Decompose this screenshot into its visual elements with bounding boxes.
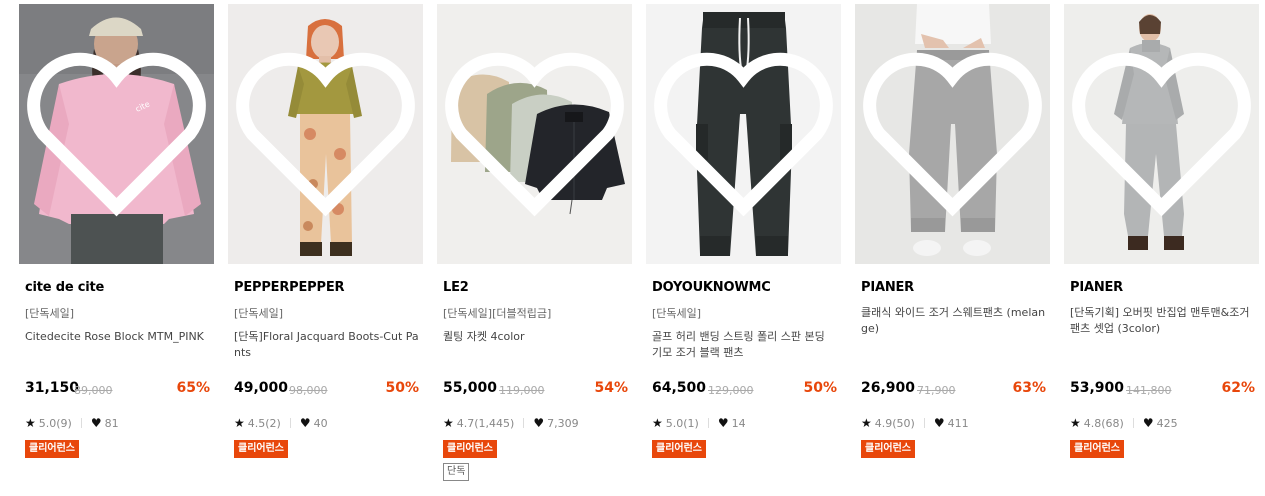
brand-name[interactable]: PIANER [1070,280,1123,295]
heart-filled-icon: ♥ [933,416,945,430]
product-name[interactable]: 퀼팅 자켓 4color [443,329,629,345]
original-price: 129,000 [708,384,754,397]
rating-value: 4.5(2) [247,416,281,430]
discount-rate: 62% [1221,380,1255,396]
heart-filled-icon: ♥ [90,416,102,430]
product-card[interactable]: cite cite de cite [단독세일] Citedecite Rose… [19,4,214,492]
like-count: 14 [731,416,746,430]
clearance-badge: 클리어런스 [443,440,497,458]
product-name[interactable]: [단독]Floral Jacquard Boots-Cut Pants [234,329,420,361]
like-count: 7,309 [547,416,579,430]
sale-price: 31,150 [25,380,80,396]
discount-rate: 54% [594,380,628,396]
product-card[interactable]: PIANER 클래식 와이드 조거 스웨트팬츠 (melange) 26,900… [855,4,1050,492]
like-count: 40 [313,416,328,430]
clearance-badge: 클리어런스 [25,440,79,458]
discount-rate: 65% [176,380,210,396]
divider [1132,418,1134,428]
product-tag: [단독세일] [25,307,75,320]
divider [289,418,291,428]
product-name[interactable]: 클래식 와이드 조거 스웨트팬츠 (melange) [861,305,1047,337]
sale-price: 55,000 [443,380,498,396]
exclusive-badge: 단독 [443,463,470,481]
product-image[interactable] [437,4,632,264]
sale-price: 26,900 [861,380,916,396]
product-image[interactable]: cite [19,4,214,264]
original-price: 98,000 [289,384,328,397]
rating-value: 4.8(68) [1083,416,1124,430]
heart-filled-icon: ♥ [299,416,311,430]
brand-name[interactable]: LE2 [443,280,469,295]
star-icon: ★ [443,416,454,430]
heart-outline-icon[interactable] [1064,4,1259,264]
star-icon: ★ [234,416,245,430]
rating-value: 4.9(50) [874,416,915,430]
brand-name[interactable]: DOYOUKNOWMC [652,280,771,295]
sale-price: 64,500 [652,380,707,396]
rating-value: 5.0(9) [38,416,72,430]
divider [707,418,709,428]
heart-filled-icon: ♥ [1142,416,1154,430]
discount-rate: 63% [1012,380,1046,396]
product-name[interactable]: 골프 허리 밴딩 스트링 폴리 스판 본딩 기모 조거 블랙 팬츠 [652,329,838,361]
rating-row: ★ 4.8(68) ♥ 425 [1070,416,1178,430]
brand-name[interactable]: PIANER [861,280,914,295]
product-name[interactable]: [단독기획] 오버핏 반집업 맨투맨&조거팬츠 셋업 (3color) [1070,305,1256,337]
heart-outline-icon[interactable] [19,4,214,264]
heart-outline-icon[interactable] [646,4,841,264]
original-price: 119,000 [499,384,545,397]
like-count: 411 [947,416,969,430]
clearance-badge: 클리어런스 [861,440,915,458]
like-count: 425 [1156,416,1178,430]
product-name[interactable]: Citedecite Rose Block MTM_PINK [25,329,211,345]
rating-row: ★ 4.9(50) ♥ 411 [861,416,969,430]
brand-name[interactable]: PEPPERPEPPER [234,280,345,295]
brand-name[interactable]: cite de cite [25,280,104,295]
rating-value: 4.7(1,445) [456,416,515,430]
sale-price: 49,000 [234,380,289,396]
product-card[interactable]: LE2 [단독세일][더블적립금] 퀼팅 자켓 4color 55,000 11… [437,4,632,492]
sale-price: 53,900 [1070,380,1125,396]
heart-outline-icon[interactable] [228,4,423,264]
divider [523,418,525,428]
clearance-badge: 클리어런스 [234,440,288,458]
heart-outline-icon[interactable] [855,4,1050,264]
heart-filled-icon: ♥ [533,416,545,430]
rating-row: ★ 5.0(9) ♥ 81 [25,416,119,430]
star-icon: ★ [652,416,663,430]
rating-row: ★ 4.7(1,445) ♥ 7,309 [443,416,579,430]
product-tag: [단독세일] [652,307,702,320]
star-icon: ★ [861,416,872,430]
discount-rate: 50% [385,380,419,396]
star-icon: ★ [25,416,36,430]
original-price: 71,900 [917,384,956,397]
star-icon: ★ [1070,416,1081,430]
product-image[interactable] [855,4,1050,264]
clearance-badge: 클리어런스 [652,440,706,458]
product-card[interactable]: PIANER [단독기획] 오버핏 반집업 맨투맨&조거팬츠 셋업 (3colo… [1064,4,1259,492]
product-image[interactable] [228,4,423,264]
product-card[interactable]: DOYOUKNOWMC [단독세일] 골프 허리 밴딩 스트링 폴리 스판 본딩… [646,4,841,492]
divider [80,418,82,428]
original-price: 89,000 [74,384,113,397]
heart-outline-icon[interactable] [437,4,632,264]
discount-rate: 50% [803,380,837,396]
heart-filled-icon: ♥ [717,416,729,430]
product-card[interactable]: PEPPERPEPPER [단독세일] [단독]Floral Jacquard … [228,4,423,492]
like-count: 81 [104,416,119,430]
original-price: 141,800 [1126,384,1172,397]
rating-row: ★ 4.5(2) ♥ 40 [234,416,328,430]
product-image[interactable] [1064,4,1259,264]
product-tag: [단독세일] [234,307,284,320]
product-image[interactable] [646,4,841,264]
rating-row: ★ 5.0(1) ♥ 14 [652,416,746,430]
divider [923,418,925,428]
clearance-badge: 클리어런스 [1070,440,1124,458]
rating-value: 5.0(1) [665,416,699,430]
product-tag: [단독세일][더블적립금] [443,307,552,320]
